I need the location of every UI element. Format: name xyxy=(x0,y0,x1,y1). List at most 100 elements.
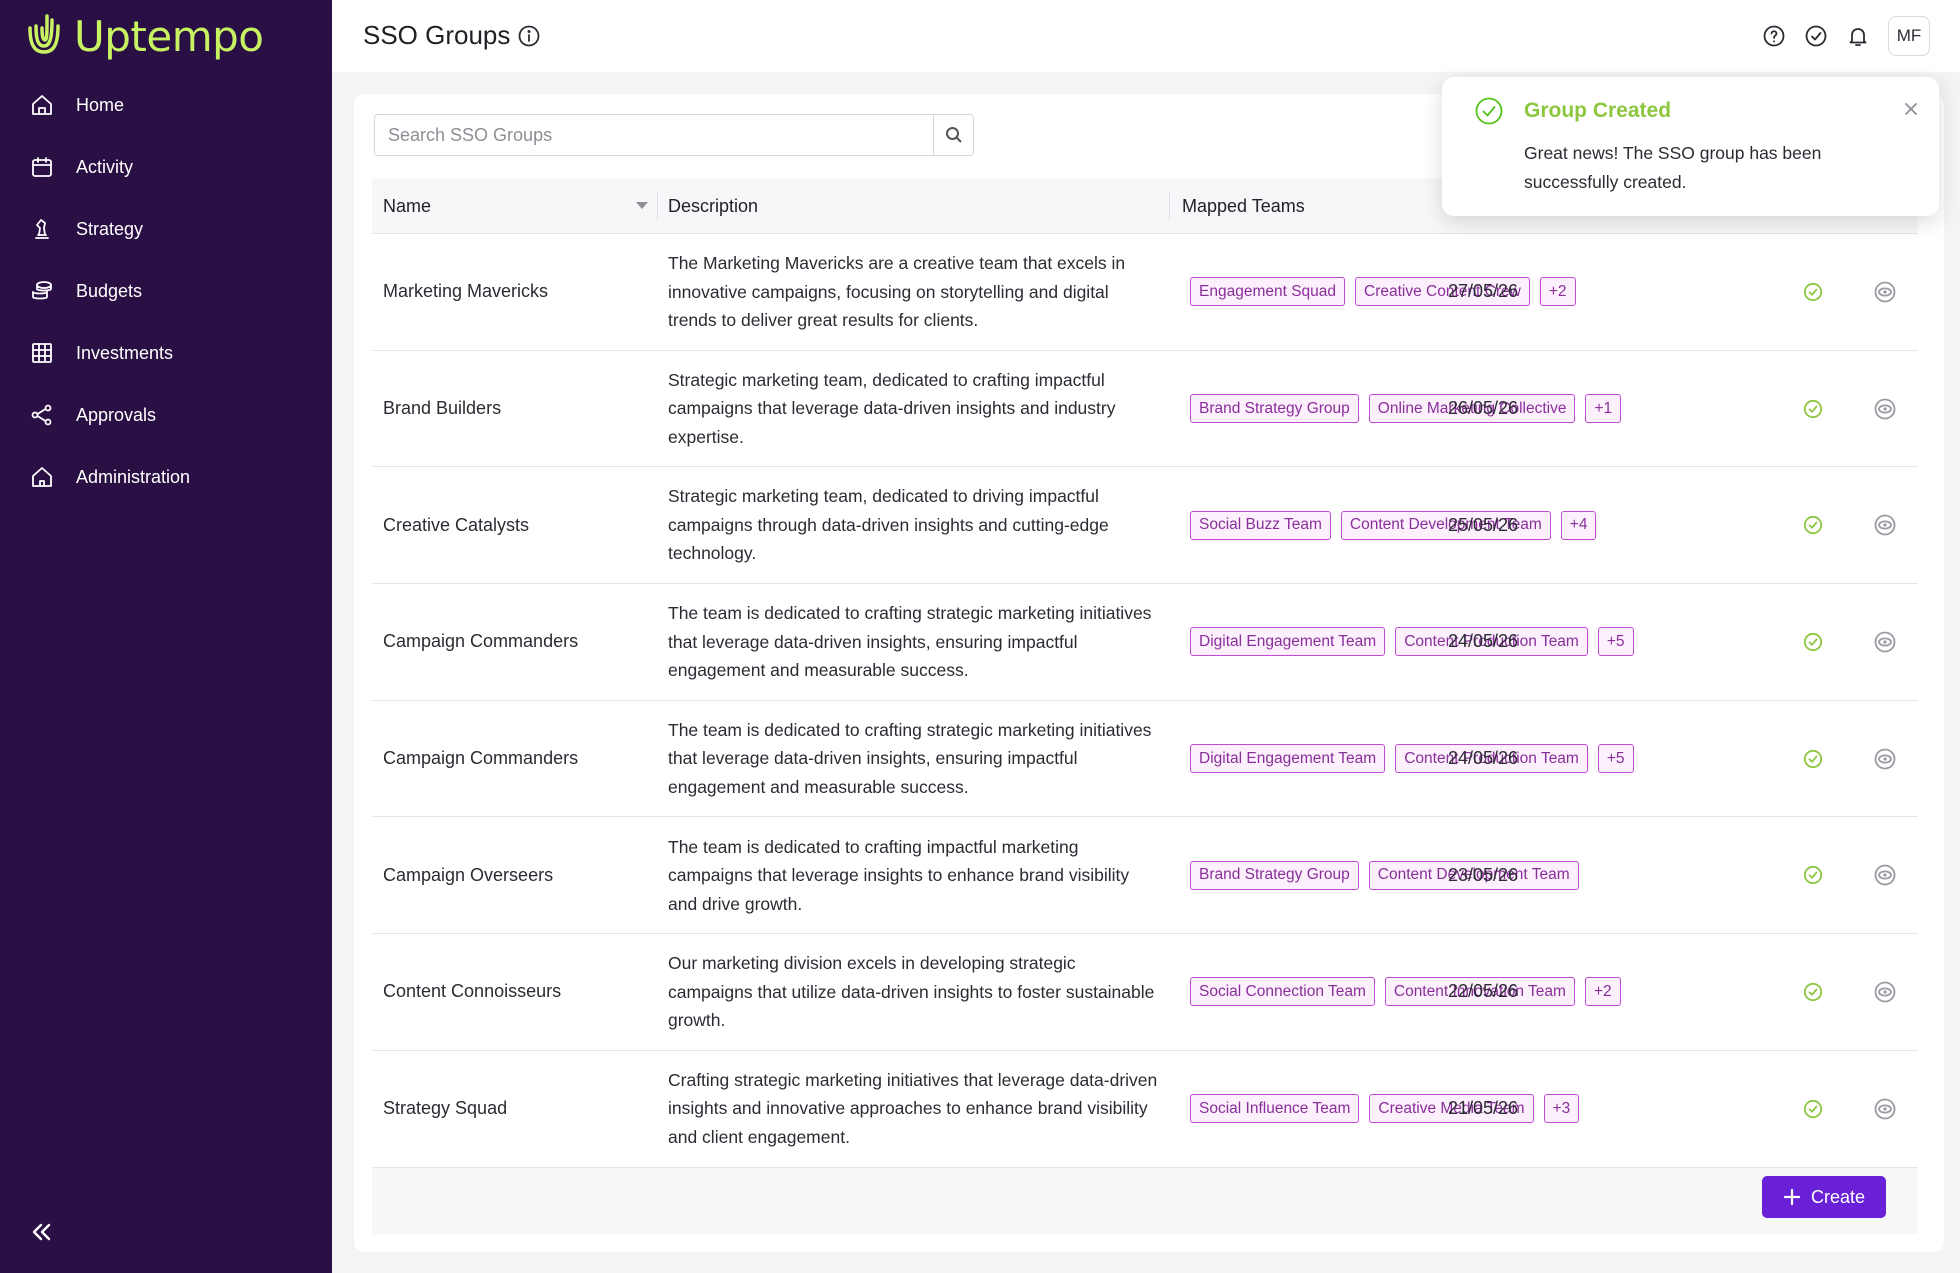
table-row[interactable]: Creative Catalysts Strategic marketing te… xyxy=(372,467,1918,585)
status-active-icon xyxy=(1803,351,1823,467)
created-date: 23/05/26 xyxy=(1448,864,1519,885)
created-date: 26/05/26 xyxy=(1448,398,1519,419)
sidebar-item-approvals[interactable]: Approvals xyxy=(0,384,332,446)
sort-down-icon[interactable] xyxy=(636,202,648,209)
sidebar-item-label: Activity xyxy=(76,156,134,177)
team-tag[interactable]: Digital Engagement Team xyxy=(1190,744,1386,774)
view-button[interactable] xyxy=(1874,817,1896,933)
status-active-icon xyxy=(1803,584,1823,700)
view-button[interactable] xyxy=(1874,584,1896,700)
created-date: 27/05/26 xyxy=(1448,281,1519,302)
table-row[interactable]: Content Connoisseurs Our marketing divisi… xyxy=(372,934,1918,1051)
view-button[interactable] xyxy=(1874,234,1896,350)
mapped-teams: Brand Strategy Group Content Development … xyxy=(1190,817,1579,933)
mapped-teams: Digital Engagement Team Content Productio… xyxy=(1190,584,1634,700)
collapse-sidebar-button[interactable] xyxy=(28,1219,54,1245)
create-button[interactable]: Create xyxy=(1762,1176,1886,1218)
group-name: Creative Catalysts xyxy=(383,514,530,535)
group-description: Crafting strategic marketing initiatives… xyxy=(668,1069,1158,1147)
sso-groups-table: Name Description Mapped Teams Marketing … xyxy=(372,178,1918,1168)
sidebar-item-label: Administration xyxy=(76,466,191,487)
search-input[interactable] xyxy=(375,115,933,155)
table-body: Marketing Mavericks The Marketing Maveric… xyxy=(372,234,1918,1168)
team-tag[interactable]: Social Buzz Team xyxy=(1190,510,1331,540)
more-teams-tag[interactable]: +5 xyxy=(1597,744,1634,774)
column-header-description: Description xyxy=(668,195,759,216)
table-row[interactable]: Campaign Overseers The team is dedicated … xyxy=(372,817,1918,935)
created-date: 24/05/26 xyxy=(1448,748,1519,769)
group-name: Brand Builders xyxy=(383,398,502,419)
created-date: 25/05/26 xyxy=(1448,514,1519,535)
sidebar-item-strategy[interactable]: Strategy xyxy=(0,198,332,260)
table-row[interactable]: Campaign Commanders The team is dedicated… xyxy=(372,584,1918,701)
status-active-icon xyxy=(1803,234,1823,350)
more-teams-tag[interactable]: +2 xyxy=(1584,977,1621,1007)
tasks-button[interactable] xyxy=(1804,24,1828,48)
eye-icon xyxy=(1874,1098,1896,1120)
view-button[interactable] xyxy=(1874,701,1896,817)
more-teams-tag[interactable]: +2 xyxy=(1539,277,1576,307)
sidebar-item-home[interactable]: Home xyxy=(0,74,332,136)
help-button[interactable] xyxy=(1762,24,1786,48)
table-footer: Create xyxy=(372,1168,1918,1234)
team-tag[interactable]: Social Influence Team xyxy=(1190,1094,1360,1124)
table-row[interactable]: Strategy Squad Crafting strategic marketi… xyxy=(372,1051,1918,1168)
column-header-name[interactable]: Name xyxy=(383,178,431,234)
created-date: 22/05/26 xyxy=(1448,981,1519,1002)
status-active-icon xyxy=(1803,701,1823,817)
sidebar-item-activity[interactable]: Activity xyxy=(0,136,332,198)
view-button[interactable] xyxy=(1874,934,1896,1050)
more-teams-tag[interactable]: +4 xyxy=(1560,510,1597,540)
sidebar-item-label: Investments xyxy=(76,342,174,363)
mapped-teams: Digital Engagement Team Content Productio… xyxy=(1190,701,1634,817)
chess-icon xyxy=(35,219,49,239)
main-card: Name Description Mapped Teams Marketing … xyxy=(354,94,1944,1252)
sidebar-item-administration[interactable]: Administration xyxy=(0,446,332,508)
table-row[interactable]: Brand Builders Strategic marketing team, … xyxy=(372,351,1918,468)
group-description: Strategic marketing team, dedicated to c… xyxy=(668,369,1116,447)
team-tag[interactable]: Engagement Squad xyxy=(1190,277,1346,307)
toast-close-button[interactable] xyxy=(1903,101,1919,117)
sidebar-item-label: Budgets xyxy=(76,280,143,301)
group-description: The team is dedicated to crafting strate… xyxy=(668,719,1152,797)
group-name: Campaign Commanders xyxy=(383,631,579,652)
sidebar-item-investments[interactable]: Investments xyxy=(0,322,332,384)
more-teams-tag[interactable]: +5 xyxy=(1597,627,1634,657)
eye-icon xyxy=(1874,514,1896,536)
more-teams-tag[interactable]: +1 xyxy=(1585,394,1622,424)
share-nodes-icon xyxy=(31,404,52,426)
view-button[interactable] xyxy=(1874,467,1896,583)
group-name: Content Connoisseurs xyxy=(383,981,562,1002)
success-icon xyxy=(1474,96,1504,126)
table-row[interactable]: Campaign Commanders The team is dedicated… xyxy=(372,701,1918,818)
table-row[interactable]: Marketing Mavericks The Marketing Maveric… xyxy=(372,234,1918,351)
status-active-icon xyxy=(1803,1051,1823,1167)
created-date: 21/05/26 xyxy=(1448,1098,1519,1119)
view-button[interactable] xyxy=(1874,351,1896,467)
group-name: Marketing Mavericks xyxy=(383,281,549,302)
sidebar-item-label: Home xyxy=(76,94,125,115)
team-tag[interactable]: Brand Strategy Group xyxy=(1190,394,1359,424)
sidebar-nav: Home Activity Strategy Budgets Investmen… xyxy=(0,74,332,508)
header-actions: MF xyxy=(1762,16,1930,56)
user-avatar[interactable]: MF xyxy=(1888,16,1930,56)
view-button[interactable] xyxy=(1874,1051,1896,1167)
notifications-button[interactable] xyxy=(1846,24,1870,48)
coins-icon xyxy=(32,281,52,300)
group-name: Campaign Overseers xyxy=(383,864,554,885)
sidebar-item-budgets[interactable]: Budgets xyxy=(0,260,332,322)
column-header-mapped-teams: Mapped Teams xyxy=(1182,195,1305,216)
team-tag[interactable]: Social Connection Team xyxy=(1190,977,1375,1007)
team-tag[interactable]: Digital Engagement Team xyxy=(1190,627,1386,657)
eye-icon xyxy=(1874,748,1896,769)
search-button[interactable] xyxy=(933,115,973,155)
group-name: Strategy Squad xyxy=(383,1098,508,1119)
group-description: The Marketing Mavericks are a creative t… xyxy=(668,253,1126,331)
calendar-icon xyxy=(32,157,52,177)
brand-logo[interactable]: Uptempo xyxy=(24,10,264,62)
team-tag[interactable]: Content Development Team xyxy=(1340,510,1551,540)
team-tag[interactable]: Brand Strategy Group xyxy=(1190,860,1359,890)
status-active-icon xyxy=(1803,934,1823,1050)
more-teams-tag[interactable]: +3 xyxy=(1543,1094,1580,1124)
info-icon[interactable] xyxy=(517,24,541,48)
